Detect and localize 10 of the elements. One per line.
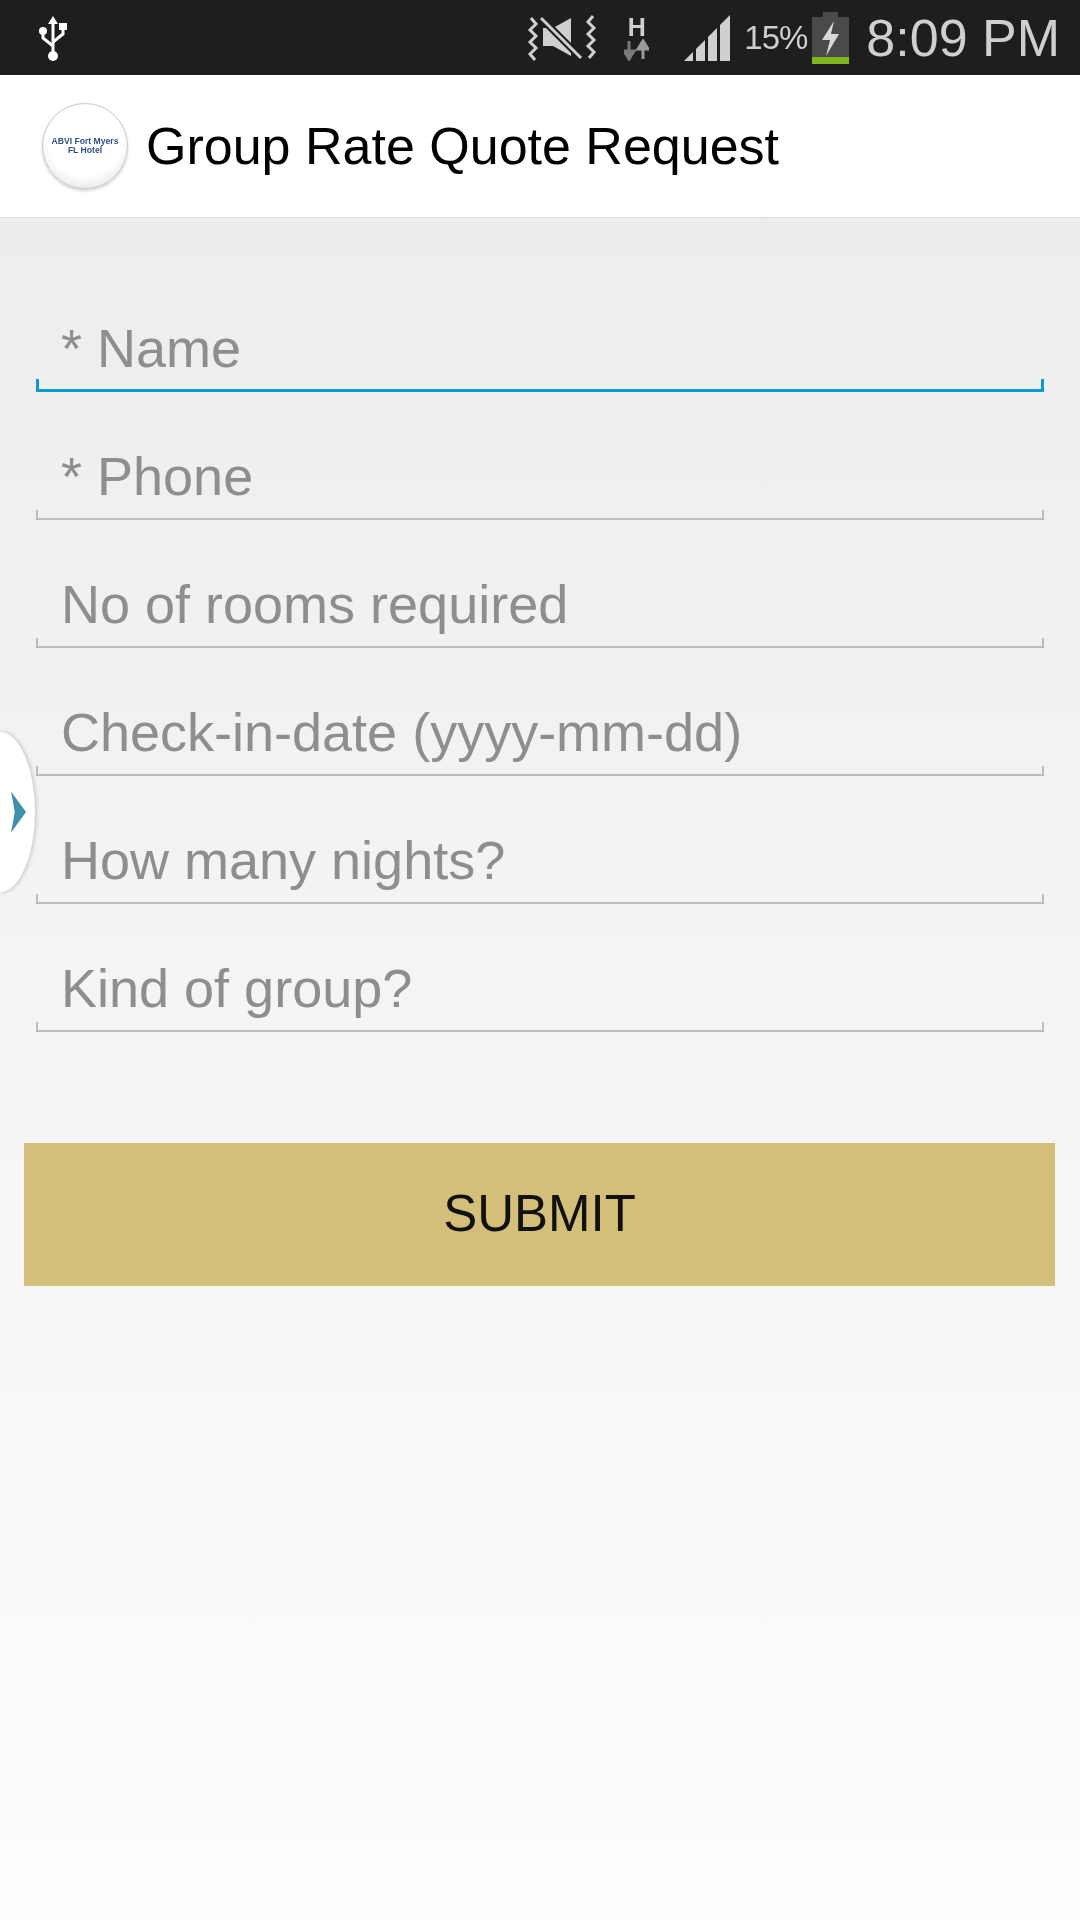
chevron-right-icon xyxy=(11,791,26,833)
vibrate-muted-icon xyxy=(527,13,598,62)
battery-charging-icon xyxy=(812,11,850,64)
clock-time: 8:09 PM xyxy=(866,11,1060,64)
submit-button[interactable]: SUBMIT xyxy=(24,1143,1055,1286)
logo-text: ABVI Fort Myers FL Hotel xyxy=(51,136,119,156)
battery-percentage: 15% xyxy=(744,17,808,58)
network-type-label: H xyxy=(627,14,646,39)
data-arrows-icon xyxy=(624,38,650,61)
page-title: Group Rate Quote Request xyxy=(146,115,780,177)
